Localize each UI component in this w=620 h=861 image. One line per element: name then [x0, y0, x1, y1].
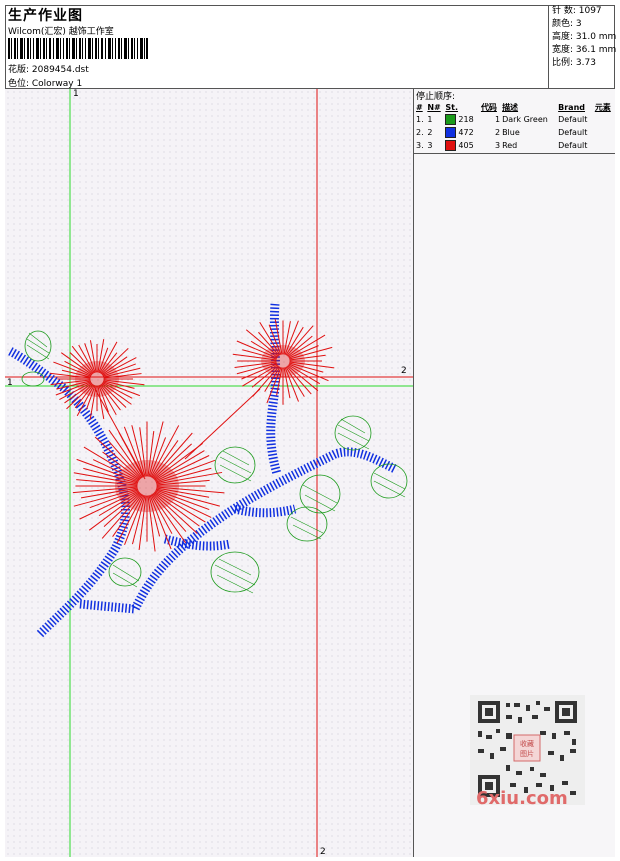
sheet-title: 生产作业图: [8, 8, 83, 24]
design-stats: 针 数: 1097 颜色: 3 高度: 31.0 mm 宽度: 36.1 mm …: [548, 5, 617, 89]
guide-label-1-left: 1: [7, 378, 13, 388]
blue-stems: [7, 303, 398, 638]
barcode: [8, 38, 148, 59]
table-row[interactable]: 1. 1 218 1 Dark Green Default: [415, 113, 615, 126]
watermark-text: 6xiu.com: [476, 788, 568, 809]
design-canvas: 1 1 2 2: [5, 89, 414, 857]
col-num: #: [416, 102, 423, 112]
design-file: 花版: 2089454.dst: [8, 65, 89, 75]
col-element: 元素: [594, 102, 611, 112]
col-desc: 描述: [502, 102, 519, 112]
color-swatch: [445, 114, 457, 125]
qr-badge-top: 收藏: [520, 739, 534, 748]
col-st: St.: [445, 102, 459, 112]
guide-label-2-right: 2: [401, 366, 407, 376]
embroidery-preview: [5, 89, 413, 857]
color-swatch: [445, 140, 457, 151]
stat-height: 高度: 31.0 mm: [552, 32, 617, 42]
stop-sequence-table: # N# St. 代码 描述 Brand 元素 1. 1 218 1 Dark …: [415, 101, 615, 152]
stat-stitches: 针 数: 1097: [552, 6, 602, 16]
col-code: 代码: [480, 102, 497, 112]
guide-label-1-top: 1: [73, 89, 79, 99]
colorway: 色位: Colorway 1: [8, 79, 83, 89]
guide-label-2-bottom: 2: [320, 847, 326, 857]
stat-colors: 颜色: 3: [552, 19, 582, 29]
table-row[interactable]: 2. 2 472 2 Blue Default: [415, 126, 615, 139]
col-n: N#: [427, 102, 441, 112]
stat-scale: 比例: 3.73: [552, 58, 596, 68]
sheet-header: 生产作业图 Wilcom(汇宏) 越饰工作室 花版: 2089454.dst 色…: [5, 5, 617, 89]
company-name: Wilcom(汇宏) 越饰工作室: [8, 27, 114, 37]
color-swatch: [445, 127, 457, 138]
table-row[interactable]: 3. 3 405 3 Red Default: [415, 139, 615, 152]
stat-width: 宽度: 36.1 mm: [552, 45, 617, 55]
panel-divider: [414, 153, 615, 154]
col-brand: Brand: [558, 102, 586, 112]
table-header: # N# St. 代码 描述 Brand 元素: [415, 101, 615, 113]
qr-badge-bottom: 图片: [520, 749, 534, 758]
